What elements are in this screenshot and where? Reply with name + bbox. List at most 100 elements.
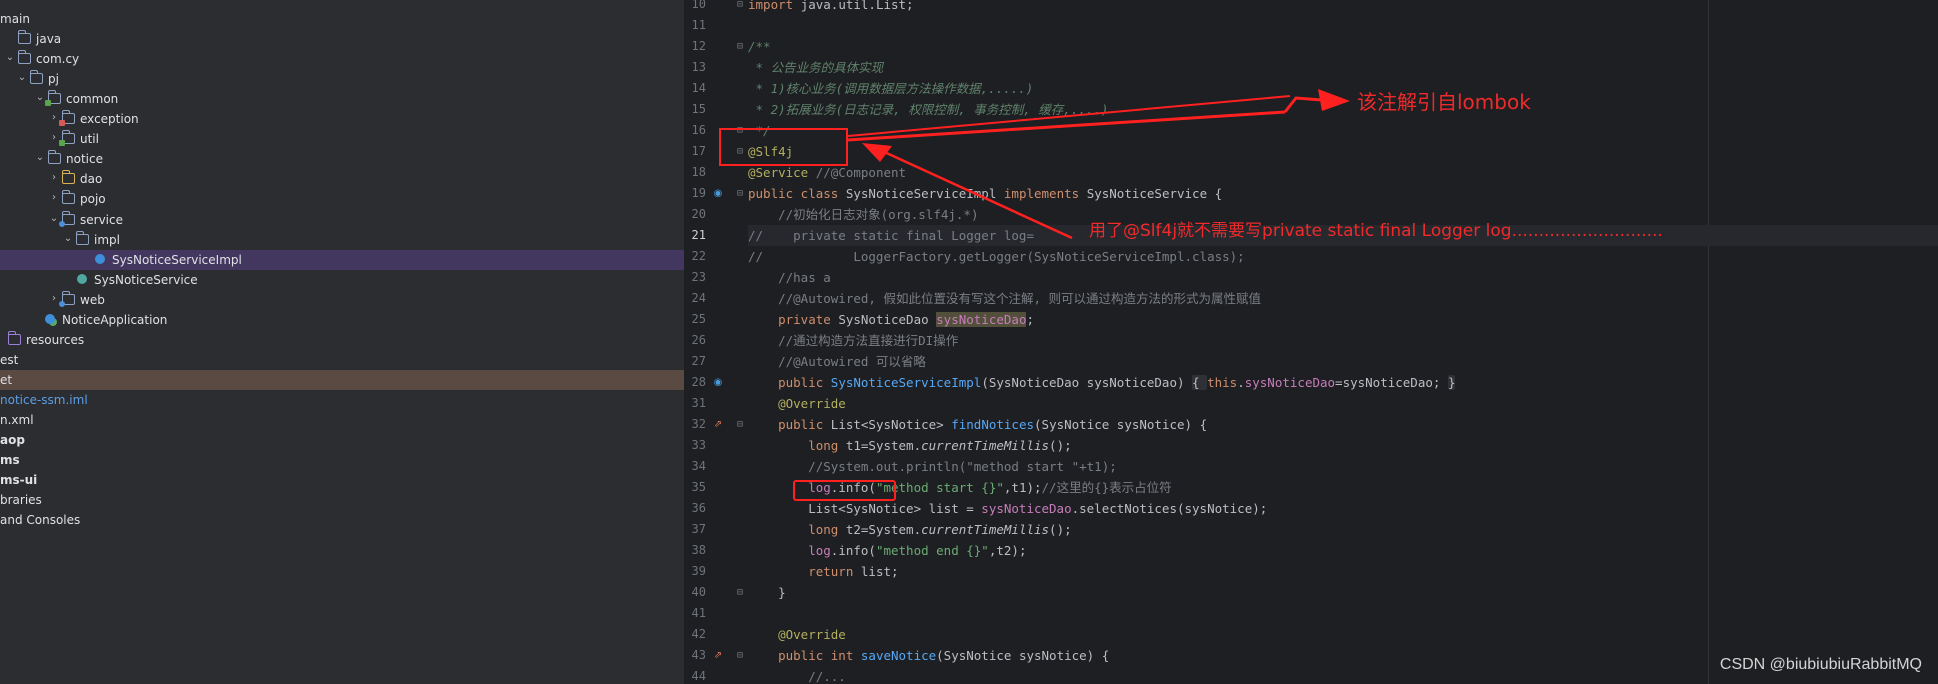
code-line[interactable]: long t2=System.currentTimeMillis(); [748,519,1938,540]
tree-item[interactable]: ⌄ impl [0,230,684,250]
tree-item[interactable]: ⌄ common [0,89,684,109]
code-line[interactable]: * 公告业务的具体实现 [748,57,1938,78]
chevron-down-icon[interactable]: ⌄ [16,72,28,84]
code-line[interactable]: //通过构造方法直接进行DI操作 [748,330,1938,351]
code-token: sysNoticeDao [981,501,1072,516]
code-token: @Slf4j [748,144,794,159]
folder-icon [76,230,89,245]
code-line[interactable]: */ [748,120,1938,141]
chevron-right-icon[interactable]: › [48,192,60,204]
code-line[interactable]: public List<SysNotice> findNotices(SysNo… [748,414,1938,435]
implements-icon[interactable]: ⇗ [712,650,724,662]
code-line[interactable]: @Slf4j [748,141,1938,162]
fold-toggle-icon[interactable]: ⊟ [737,582,743,603]
code-line[interactable]: * 1)核心业务(调用数据层方法操作数据,.....) [748,78,1938,99]
tree-item[interactable]: n.xml [0,410,684,430]
tree-item[interactable]: ⌄ service [0,210,684,230]
code-editor[interactable]: 10 ⊟ 11 12 ⊟ 13 14 15 16 ⊟ 17 ⊟ 18 19 ◉ ⊟ 20 21 22 23 24 25 26… [684,0,1938,684]
code-token: @Override [748,396,846,411]
tree-item[interactable]: ⌄ notice [0,149,684,169]
tree-item[interactable]: ⌄ pj [0,69,684,89]
code-line[interactable]: //System.out.println("method start "+t1)… [748,456,1938,477]
fold-toggle-icon[interactable]: ⊟ [737,414,743,435]
tree-item-label: java [36,32,62,47]
tree-item[interactable]: braries [0,490,684,510]
code-token: //@Autowired, 假如此位置没有写这个注解, 则可以通过构造方法的形式… [748,291,1262,306]
chevron-right-icon[interactable]: › [48,172,60,184]
tree-item[interactable]: › dao [0,169,684,189]
code-line[interactable]: //has a [748,267,1938,288]
tree-item[interactable]: et [0,369,684,390]
project-tree-panel: main java ⌄ com.cy ⌄ pj ⌄ common › exception › util… [0,0,684,684]
tree-item[interactable]: est [0,350,684,370]
tree-item[interactable]: SysNoticeService [0,270,684,290]
code-line[interactable] [748,15,1938,36]
chevron-down-icon[interactable]: ⌄ [34,152,46,164]
tree-item[interactable]: › web [0,290,684,310]
code-token: //has a [748,270,831,285]
fold-toggle-icon[interactable]: ⊟ [737,36,743,57]
tree-item[interactable]: › exception [0,109,684,129]
tree-item[interactable]: ⌄ com.cy [0,49,684,69]
code-line[interactable]: import java.util.List; [748,0,1938,15]
code-line[interactable]: long t1=System.currentTimeMillis(); [748,435,1938,456]
code-line[interactable]: List<SysNotice> list = sysNoticeDao.sele… [748,498,1938,519]
tree-item[interactable]: and Consoles [0,510,684,530]
tree-item[interactable]: NoticeApplication [0,310,684,330]
code-token: //通过构造方法直接进行DI操作 [748,333,959,348]
tree-item[interactable]: ms-ui [0,470,684,490]
tree-item-label: main [0,12,30,26]
implements-icon[interactable]: ⇗ [712,419,724,431]
code-line[interactable]: //@Autowired, 假如此位置没有写这个注解, 则可以通过构造方法的形式… [748,288,1938,309]
code-token: * 1)核心业务(调用数据层方法操作数据,.....) [748,81,1034,96]
code-line[interactable]: } [748,582,1938,603]
code-line[interactable]: //初始化日志对象(org.slf4j.*) [748,204,1938,225]
spring-bean-icon[interactable]: ◉ [712,188,724,200]
code-line[interactable]: // LoggerFactory.getLogger(SysNoticeServ… [748,246,1938,267]
code-token: . [1237,375,1245,390]
code-line[interactable]: public class SysNoticeServiceImpl implem… [748,183,1938,204]
line-number: 13 [691,60,706,74]
line-number: 31 [691,396,706,410]
chevron-down-icon[interactable]: ⌄ [4,52,16,64]
code-line[interactable]: /** [748,36,1938,57]
code-token: @Service [748,165,816,180]
tree-item[interactable]: ms [0,450,684,470]
fold-toggle-icon[interactable]: ⊟ [737,120,743,141]
code-line[interactable]: //@Autowired 可以省略 [748,351,1938,372]
fold-toggle-icon[interactable]: ⊟ [737,645,743,666]
folder-icon [59,110,75,127]
fold-toggle-icon[interactable]: ⊟ [737,183,743,204]
code-line[interactable]: // private static final Logger log= [748,225,1938,246]
code-line[interactable]: * 2)拓展业务(日志记录, 权限控制, 事务控制, 缓存,....) [748,99,1938,120]
chevron-down-icon[interactable]: ⌄ [62,233,74,245]
code-line[interactable]: public SysNoticeServiceImpl(SysNoticeDao… [748,372,1938,393]
code-line[interactable]: @Override [748,624,1938,645]
tree-item[interactable]: notice-ssm.iml [0,390,684,410]
fold-toggle-icon[interactable]: ⊟ [737,0,743,15]
line-number: 32 [691,417,706,431]
code-line[interactable]: private SysNoticeDao sysNoticeDao; [748,309,1938,330]
tree-item-label: notice [66,152,103,167]
tree-item[interactable]: SysNoticeServiceImpl [0,249,684,270]
tree-item[interactable]: aop [0,430,684,450]
fold-toggle-icon[interactable]: ⊟ [737,141,743,162]
tree-item[interactable]: java [0,29,684,49]
spring-bean-icon[interactable]: ◉ [712,377,724,389]
tree-item-label: et [0,372,13,387]
code-line[interactable]: @Service //@Component [748,162,1938,183]
code-token: long [748,438,846,453]
tree-item[interactable]: › pojo [0,189,684,209]
tree-item[interactable]: main [0,9,684,29]
line-number: 11 [691,18,706,32]
code-token: public [748,417,831,432]
code-line[interactable] [748,603,1938,624]
code-line[interactable]: return list; [748,561,1938,582]
tree-item[interactable]: › util [0,129,684,149]
code-line[interactable]: log.info("method end {}",t2); [748,540,1938,561]
folder-icon [59,210,75,227]
code-line[interactable]: log.info("method start {}",t1);//这里的{}表示… [748,477,1938,498]
tree-item-label: impl [94,232,120,247]
code-line[interactable]: @Override [748,393,1938,414]
tree-item[interactable]: resources [0,330,684,350]
